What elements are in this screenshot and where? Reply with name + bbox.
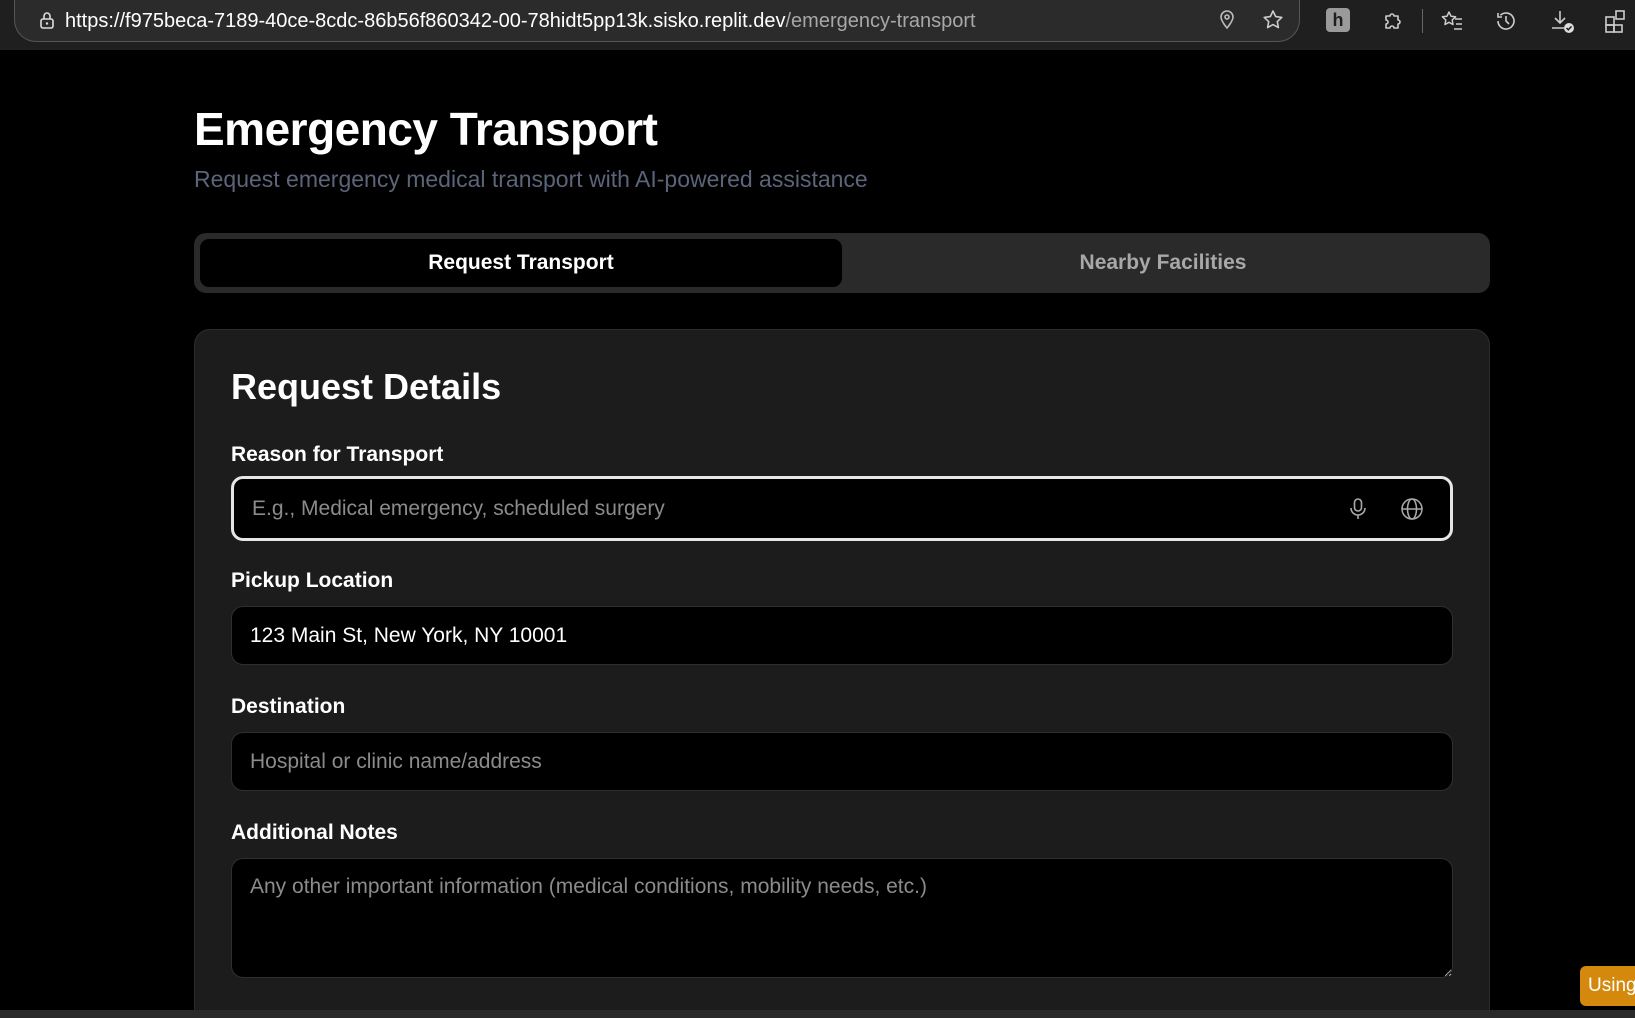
url-path: /emergency-transport (785, 10, 976, 32)
address-bar[interactable]: https://f975beca-7189-40ce-8cdc-86b56f86… (14, 0, 1300, 42)
reason-label: Reason for Transport (231, 443, 444, 466)
additional-notes-textarea[interactable] (231, 858, 1453, 978)
card-title: Request Details (231, 366, 502, 407)
browser-toolbar: https://f975beca-7189-40ce-8cdc-86b56f86… (0, 0, 1635, 50)
favorites-icon[interactable] (1438, 7, 1466, 35)
using-badge[interactable]: Using (1580, 966, 1635, 1006)
request-details-card: Request Details Reason for Transport Pic… (194, 329, 1490, 1018)
microphone-icon[interactable] (1345, 496, 1371, 522)
lock-icon[interactable] (37, 10, 57, 30)
destination-input[interactable] (231, 732, 1453, 791)
pickup-label: Pickup Location (231, 569, 394, 592)
downloads-icon[interactable] (1548, 7, 1576, 35)
location-pin-icon[interactable] (1215, 8, 1239, 32)
url-text: https://f975beca-7189-40ce-8cdc-86b56f86… (65, 10, 976, 33)
url-host: https://f975beca-7189-40ce-8cdc-86b56f86… (65, 10, 786, 32)
globe-icon[interactable] (1399, 496, 1425, 522)
history-icon[interactable] (1492, 7, 1520, 35)
toolbar-separator (1422, 9, 1423, 33)
tab-list: Request Transport Nearby Facilities (194, 233, 1490, 293)
tab-request-transport[interactable]: Request Transport (200, 239, 842, 287)
scroll-edge (0, 1010, 1635, 1018)
page-subtitle: Request emergency medical transport with… (194, 166, 868, 192)
pickup-location-input[interactable] (231, 606, 1453, 665)
extension-icon[interactable] (1378, 7, 1406, 35)
extension-h-icon[interactable]: h (1326, 8, 1350, 32)
apps-icon[interactable] (1602, 7, 1630, 35)
page-title: Emergency Transport (194, 103, 658, 155)
notes-label: Additional Notes (231, 821, 398, 844)
star-icon[interactable] (1261, 8, 1285, 32)
destination-label: Destination (231, 695, 346, 718)
tab-nearby-facilities[interactable]: Nearby Facilities (842, 239, 1484, 287)
reason-input[interactable] (231, 476, 1453, 541)
